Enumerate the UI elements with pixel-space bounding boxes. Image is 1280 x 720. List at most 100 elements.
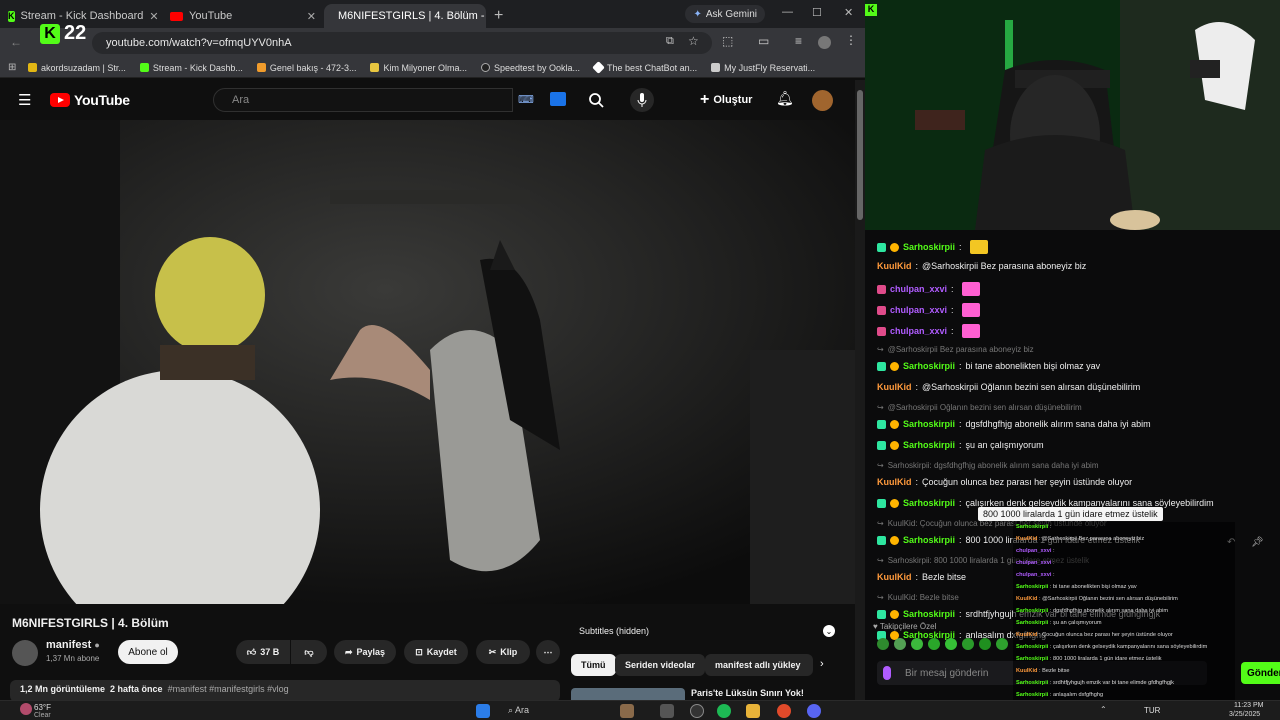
search-input[interactable]: Ara [213,88,513,112]
emote-icon[interactable] [894,638,906,650]
pin-icon[interactable]: 📌︎ [1251,537,1264,548]
chat-message: Sarhoskirpii: dgsfdhgfhjg abonelik alırım… [877,419,1151,429]
chrome-icon[interactable] [777,704,791,718]
like-button[interactable]: 👍︎ 37 B [236,640,290,664]
emote-icon[interactable] [979,638,991,650]
keyboard-icon[interactable]: ⌨ [518,93,534,106]
close-window-button[interactable]: ✕ [844,6,853,19]
chat-username[interactable]: Sarhoskirpii [903,498,955,508]
bookmark-item[interactable]: Stream - Kick Dashb... [139,63,243,73]
folder-icon[interactable] [746,704,760,718]
channel-avatar[interactable] [12,640,38,666]
emote-icon[interactable] [928,638,940,650]
tray-chevron-icon[interactable]: ⌃ [1100,705,1107,714]
search-icon[interactable] [588,92,604,108]
translate-icon[interactable] [550,92,566,106]
chip-uploader[interactable]: manifest adlı yükley [705,654,813,676]
chat-username[interactable]: Sarhoskirpii [903,440,955,450]
voice-search-button[interactable] [630,88,654,112]
profile-avatar[interactable] [818,36,831,49]
tab-youtube[interactable]: YouTube ✕ [162,4,324,28]
video-description[interactable]: 1,2 Mn görüntüleme 2 hafta önce #manifes… [10,680,560,700]
chat-username[interactable]: Sarhoskirpii [903,609,955,619]
youtube-logo[interactable]: YouTube [50,92,130,108]
extensions-icon[interactable]: ⬚ [722,34,733,48]
video-player[interactable] [0,120,855,604]
app-icon[interactable] [620,704,634,718]
related-video-title[interactable]: Paris'te Lüksün Sınırı Yok! [691,688,804,698]
subscribe-button[interactable]: Abone ol [118,640,178,664]
chat-username[interactable]: chulpan_xxvi [890,284,947,294]
language-indicator[interactable]: TUR [1144,706,1160,715]
chat-username[interactable]: Sarhoskirpii [903,535,955,545]
dislike-button[interactable]: 👎︎ [291,640,327,664]
task-view-icon[interactable] [660,704,674,718]
apps-grid-icon[interactable]: ⊞ [8,62,16,73]
bookmark-item[interactable]: Speedtest by Ookla... [480,63,580,73]
bookmark-item[interactable]: The best ChatBot an... [592,61,697,74]
bookmark-item[interactable]: My JustFly Reservati... [711,63,815,73]
message-tooltip: 800 1000 liralarda 1 gün idare etmez üst… [978,507,1163,521]
bookmark-star-icon[interactable]: ☆ [688,34,699,48]
subtitles-bar[interactable]: Subtitles (hidden) ⌄ [571,620,843,642]
hamburger-menu-icon[interactable]: ☰ [18,91,31,109]
menu-icon[interactable]: ⋮ [845,33,857,47]
media-icon[interactable]: ≡ [795,34,802,48]
cast-icon[interactable]: ▭ [758,34,769,48]
discord-icon[interactable] [807,704,821,718]
maximize-button[interactable]: ☐ [812,6,822,19]
taskbar-search[interactable]: ⌕ Ara [508,705,529,716]
channel-name[interactable]: manifest ● [46,639,100,651]
install-icon[interactable]: ⧉ [666,35,674,48]
chat-username[interactable]: KuulKid [877,477,912,487]
chat-username[interactable]: chulpan_xxvi [890,326,947,336]
close-icon[interactable]: ✕ [307,10,316,23]
chat-username[interactable]: chulpan_xxvi [890,305,947,315]
chip-all[interactable]: Tümü [571,654,616,676]
create-button[interactable]: + Oluştur [700,91,752,109]
send-button[interactable]: Gönder [1241,662,1280,684]
chip-series[interactable]: Seriden videolar [615,654,706,676]
reply-icon: ↪ [877,519,884,528]
chat-username[interactable]: Sarhoskirpii [903,242,955,252]
tab-label: M6NIFESTGIRLS | 4. Bölüm - You [338,10,486,22]
video-thumbnail[interactable] [571,688,685,700]
emote-icon[interactable] [996,638,1008,650]
clip-button[interactable]: ✂ Klip [476,640,530,664]
emote-icon[interactable] [962,638,974,650]
chat-username[interactable]: KuulKid [877,572,912,582]
emote-icon[interactable] [911,638,923,650]
obs-icon[interactable] [690,704,704,718]
share-icon: ➦ [344,646,353,657]
chat-username[interactable]: Sarhoskirpii [903,419,955,429]
new-tab-button[interactable]: + [494,7,503,25]
chat-username[interactable]: KuulKid [877,382,912,392]
account-avatar[interactable] [812,90,833,111]
overlay-username: chulpan_xxvi [1016,572,1052,578]
back-icon[interactable]: ← [10,35,22,49]
page-scrollbar[interactable] [855,80,865,700]
minimize-button[interactable]: — [782,6,793,18]
tab-video[interactable]: M6NIFESTGIRLS | 4. Bölüm - You ✕ [324,4,486,28]
address-bar[interactable]: youtube.com/watch?v=ofmqUYV0nhA [92,32,712,54]
ask-gemini-button[interactable]: ✦ Ask Gemini [685,5,765,23]
save-button[interactable]: ⊡ Kaydet [404,640,468,664]
clock-date[interactable]: 3/25/2025 [1229,711,1260,718]
chat-username[interactable]: KuulKid [877,261,912,271]
emote-icon[interactable] [877,638,889,650]
more-actions-button[interactable]: ⋯ [536,640,560,664]
clock-time[interactable]: 11:23 PM [1234,702,1263,709]
close-icon[interactable]: ✕ [149,10,158,23]
chat-username[interactable]: Sarhoskirpii [903,361,955,371]
bookmark-item[interactable]: akordsuzadam | Str... [28,63,126,73]
share-button[interactable]: ➦ Paylaş [334,640,396,664]
bell-icon[interactable]: 🔔︎ [776,90,794,107]
emote-icon[interactable] [945,638,957,650]
chevron-right-icon[interactable]: › [820,658,824,670]
windows-start-icon[interactable] [476,704,490,718]
spotify-icon[interactable] [717,704,731,718]
bookmark-item[interactable]: Kim Milyoner Olma... [370,63,467,73]
overlay-username: Sarhoskirpii [1016,692,1049,698]
bookmark-item[interactable]: Genel bakış - 472-3... [256,63,356,73]
tab-bar: K Stream - Kick Dashboard ✕ YouTube ✕ M6… [0,0,865,28]
